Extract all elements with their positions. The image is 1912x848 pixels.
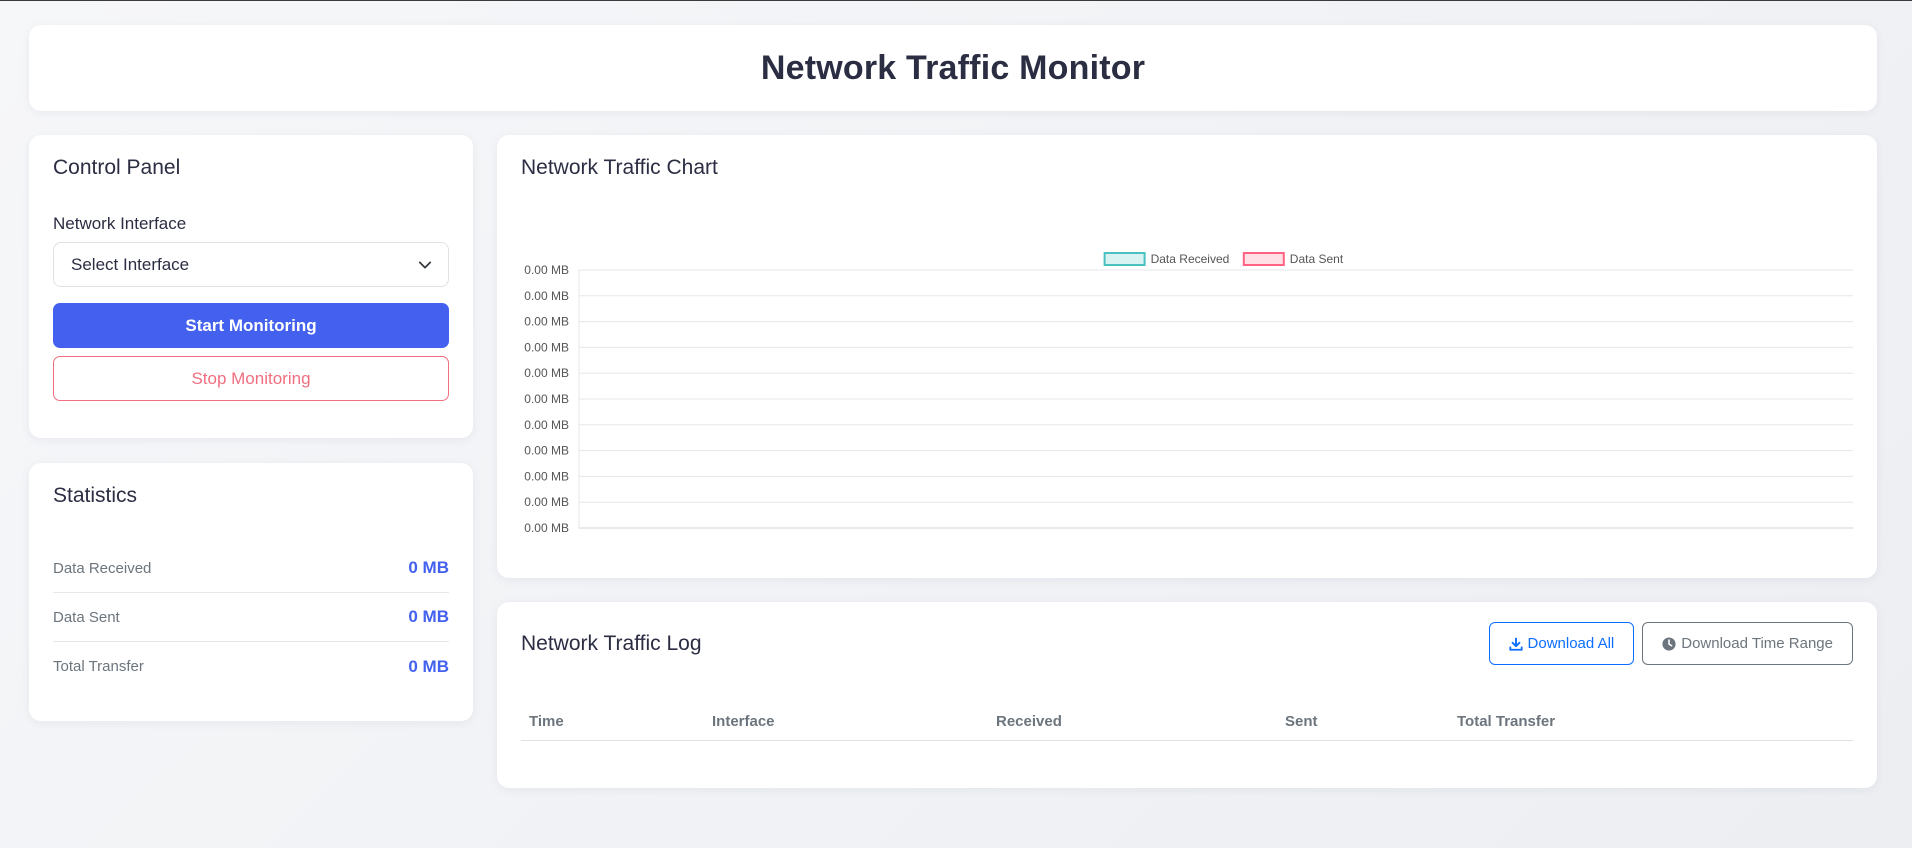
y-tick-label: 0.00 MB <box>524 495 569 509</box>
download-time-range-label: Download Time Range <box>1681 635 1833 652</box>
column-header-sent: Sent <box>1277 713 1449 741</box>
y-tick-label: 0.00 MB <box>524 263 569 277</box>
stat-value: 0 MB <box>408 656 449 676</box>
statistics-panel: Statistics Data Received 0 MB Data Sent … <box>29 463 473 721</box>
page-title: Network Traffic Monitor <box>760 48 1146 87</box>
y-tick-label: 0.00 MB <box>524 392 569 406</box>
column-header-received: Received <box>988 713 1277 741</box>
traffic-log-table: Time Interface Received Sent Total Trans… <box>521 713 1853 741</box>
stat-label: Total Transfer <box>53 658 144 675</box>
header-card: Network Traffic Monitor <box>29 25 1877 111</box>
stat-value: 0 MB <box>408 558 449 577</box>
y-tick-label: 0.00 MB <box>524 315 569 329</box>
stat-row-data-sent: Data Sent 0 MB <box>53 593 449 642</box>
stat-value: 0 MB <box>408 607 449 626</box>
start-monitoring-button[interactable]: Start Monitoring <box>53 303 449 348</box>
log-header: Network Traffic Log Download All Downloa… <box>521 622 1853 665</box>
y-tick-label: 0.00 MB <box>524 521 569 535</box>
clock-icon <box>1662 636 1676 651</box>
stat-row-data-received: Data Received 0 MB <box>53 544 449 593</box>
y-tick-label: 0.00 MB <box>524 366 569 380</box>
network-traffic-chart: 0.00 MB 0.00 MB 0.00 MB 0.00 MB 0.00 MB 0.00 … <box>524 252 1853 535</box>
download-icon <box>1508 637 1523 651</box>
download-all-label: Download All <box>1527 635 1615 652</box>
download-all-button[interactable]: Download All <box>1488 622 1635 665</box>
table-header-row: Time Interface Received Sent Total Trans… <box>521 713 1853 741</box>
y-tick-label: 0.00 MB <box>524 418 569 432</box>
statistics-title: Statistics <box>53 484 138 507</box>
network-interface-label: Network Interface <box>53 214 187 233</box>
statistics-list: Data Received 0 MB Data Sent 0 MB Total … <box>53 544 449 691</box>
download-time-range-button[interactable]: Download Time Range <box>1642 622 1853 665</box>
log-title: Network Traffic Log <box>521 631 702 655</box>
stat-label: Data Sent <box>53 608 120 626</box>
control-panel: Control Panel Network Interface Select I… <box>29 135 473 438</box>
chart-panel: Network Traffic Chart 0.00 MB 0.00 MB 0.00… <box>497 135 1877 578</box>
legend-label: Data Received <box>1151 252 1230 266</box>
stat-row-total-transfer: Total Transfer 0 MB <box>53 642 449 691</box>
y-tick-label: 0.00 MB <box>524 444 569 458</box>
network-interface-select[interactable]: Select Interface <box>53 242 449 287</box>
network-interface-select-value: Select Interface <box>71 254 190 274</box>
legend-swatch <box>1242 252 1285 266</box>
legend-label: Data Sent <box>1290 252 1344 266</box>
column-header-total-transfer: Total Transfer <box>1449 713 1853 741</box>
stat-label: Data Received <box>53 559 152 577</box>
y-tick-label: 0.00 MB <box>524 469 569 483</box>
traffic-log-panel: Network Traffic Log Download All Downloa… <box>497 602 1877 788</box>
legend-swatch <box>1103 252 1146 266</box>
stop-monitoring-button[interactable]: Stop Monitoring <box>53 356 449 401</box>
log-actions: Download All Download Time Range <box>1488 622 1853 665</box>
column-header-time: Time <box>521 713 704 741</box>
y-tick-label: 0.00 MB <box>524 340 569 354</box>
control-panel-title: Control Panel <box>53 156 181 179</box>
chevron-down-icon <box>418 261 432 268</box>
y-tick-label: 0.00 MB <box>524 289 569 303</box>
column-header-interface: Interface <box>704 713 988 741</box>
